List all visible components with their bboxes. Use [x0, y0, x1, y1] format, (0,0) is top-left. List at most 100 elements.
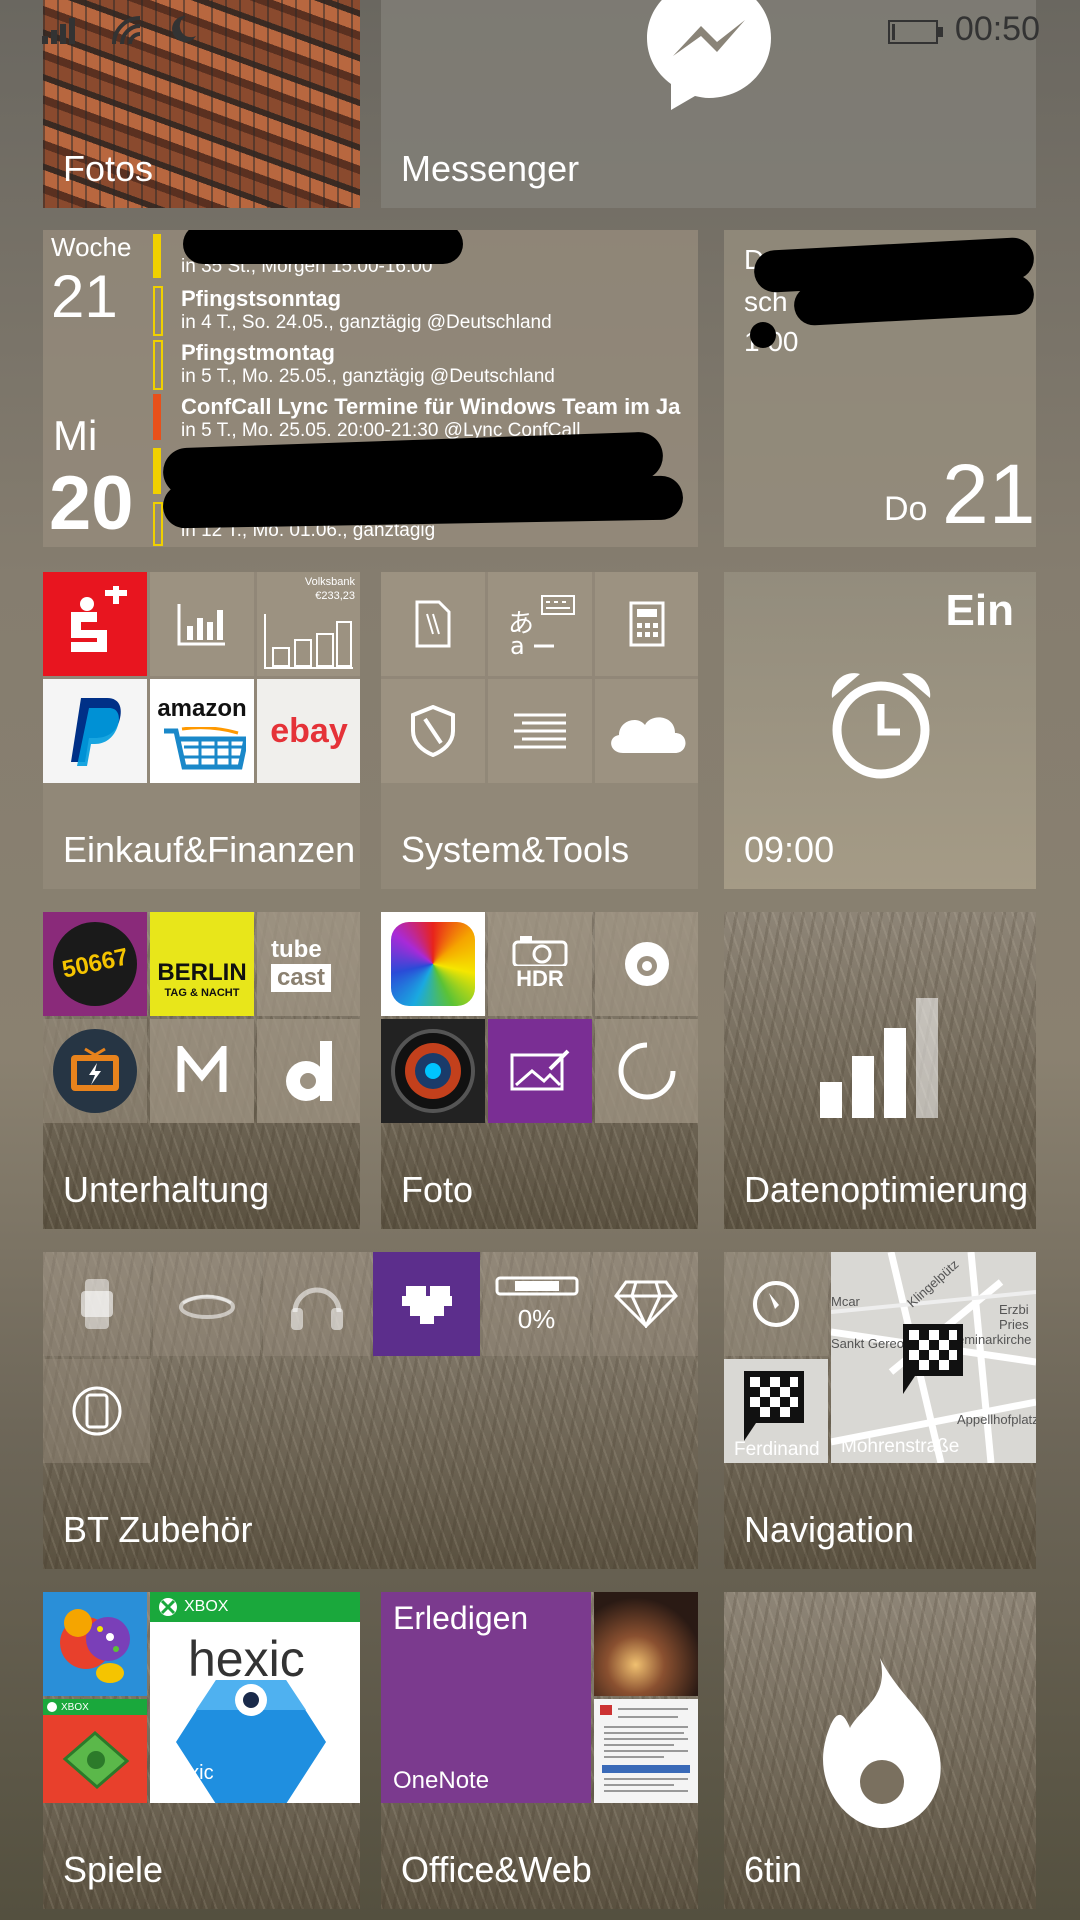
translator-tile[interactable]: あa [488, 572, 592, 676]
amazon-tile[interactable]: amazon [150, 679, 254, 783]
headphones-tile[interactable] [263, 1252, 370, 1356]
speaker-icon [178, 1294, 235, 1319]
6tin-label: 6tin [744, 1849, 803, 1890]
banknote-icon [62, 1731, 130, 1789]
koeln-50667-tile[interactable]: 50667 [43, 912, 147, 1016]
money-game-tile[interactable]: XBOX [43, 1699, 147, 1803]
photo-folder-tile[interactable]: HDR Foto [381, 912, 698, 1229]
camera-icon [512, 936, 568, 966]
tubecast-line1: tube [271, 936, 322, 963]
paypal-icon [71, 698, 121, 766]
berlin-logo: BERLIN [157, 959, 247, 986]
m-app-tile[interactable] [150, 1019, 254, 1123]
data-sense-label: Datenoptimierung [744, 1169, 1029, 1210]
color-app-tile[interactable] [381, 912, 485, 1016]
navigation-folder-tile[interactable]: Klingelpütz Erzbi Pries Mcar Sankt Gereo… [724, 1252, 1036, 1569]
hexic-tile[interactable]: XBOX hexic exic [150, 1592, 360, 1803]
camera360-tile[interactable] [381, 1019, 485, 1123]
redaction [183, 230, 463, 264]
games-folder-tile[interactable]: XBOX hexic exic XBOX Spiele [43, 1592, 360, 1909]
image-edit-icon [510, 1049, 570, 1091]
data-bars-icon [820, 998, 938, 1118]
ebay-tile[interactable]: ebay [257, 679, 360, 783]
bar-chart-icon [264, 614, 353, 669]
bar-chart-icon [177, 604, 225, 646]
shopping-folder-label: Einkauf&Finanzen [63, 829, 356, 870]
band-tile[interactable]: 0% [483, 1252, 590, 1356]
games-folder-label: Spiele [63, 1849, 164, 1890]
poi-appellhofplatz: Appellhofplatz [957, 1412, 1036, 1427]
office-folder-tile[interactable]: Erledigen OneNote Office&Web [381, 1592, 698, 1909]
file-tile[interactable] [381, 572, 485, 676]
poi-seminarkirche: eminarkirche [957, 1332, 1032, 1347]
browser-tile[interactable] [594, 1699, 698, 1803]
translate-icon: あa [508, 595, 575, 656]
d-logo-icon [286, 1041, 332, 1101]
wifi-icon [112, 16, 141, 45]
sparkasse-tile[interactable] [43, 572, 147, 676]
health-tile[interactable] [373, 1252, 480, 1356]
tubecast-tile[interactable]: tube cast [257, 912, 360, 1016]
volksbank-tile[interactable]: Volksbank €233,23 [257, 572, 360, 676]
entertainment-folder-tile[interactable]: 50667 BERLIN TAG & NACHT tube cast Unter… [43, 912, 360, 1229]
list-tile[interactable] [488, 679, 592, 783]
device-tile[interactable] [43, 1359, 150, 1463]
checkered-flag-icon [903, 1324, 963, 1394]
street-ferdinand: Ferdinand [734, 1439, 820, 1460]
selfie-tile[interactable] [595, 912, 698, 1016]
list-icon [514, 713, 566, 749]
xbox-icon [47, 1702, 57, 1712]
watch-tile[interactable] [43, 1252, 150, 1356]
news-photo-tile[interactable] [594, 1592, 698, 1696]
bt-folder-label: BT Zubehör [63, 1509, 253, 1550]
day-number: 20 [49, 461, 134, 546]
shopping-folder-tile[interactable]: Volksbank €233,23 amazon ebay Einkauf&Fi… [43, 572, 360, 889]
photo-folder-label: Foto [401, 1169, 474, 1210]
event-bar [153, 340, 163, 390]
ebay-logo: ebay [270, 711, 348, 750]
compass-tile[interactable] [724, 1252, 828, 1356]
navigation-folder-label: Navigation [744, 1509, 915, 1550]
data-sense-tile[interactable]: Datenoptimierung [724, 912, 1036, 1229]
banking-chart-tile[interactable] [150, 572, 254, 676]
alarm-tile[interactable]: Ein 09:00 [724, 572, 1036, 889]
photo-editor-tile[interactable] [488, 1019, 592, 1123]
hdr-tile[interactable]: HDR [488, 912, 592, 1016]
onenote-tile[interactable]: Erledigen OneNote [381, 1592, 591, 1803]
loading-tile[interactable] [595, 1019, 698, 1123]
device-icon [72, 1386, 121, 1436]
gem-tile[interactable] [593, 1252, 698, 1356]
berlin-logo-sub: TAG & NACHT [164, 987, 240, 999]
status-bar: 00:50 [0, 0, 1080, 58]
reminder-tile[interactable]: D sch 1 00 Do 21 [724, 230, 1036, 547]
calculator-tile[interactable] [595, 572, 698, 676]
battery-icon [888, 20, 943, 44]
calendar-tile[interactable]: Woche 21 Mi 20 in 35 St., Morgen 15:00-1… [43, 230, 698, 547]
map-left-tile[interactable]: Ferdinand [724, 1359, 828, 1463]
tinder-flame-icon [823, 1658, 941, 1828]
messenger-label: Messenger [401, 148, 580, 189]
redaction [750, 322, 776, 348]
xbox-icon [159, 1598, 177, 1616]
xbox-strip: XBOX [43, 1699, 147, 1715]
street-mohrenstrasse: Mohrenstraße [841, 1436, 960, 1457]
lens-icon [625, 942, 669, 986]
onedrive-tile[interactable] [595, 679, 698, 783]
redaction [162, 475, 684, 529]
candy-crush-tile[interactable] [43, 1592, 147, 1696]
week-number: 21 [51, 263, 118, 330]
speaker-tile[interactable] [153, 1252, 260, 1356]
berlin-tag-nacht-tile[interactable]: BERLIN TAG & NACHT [150, 912, 254, 1016]
system-folder-tile[interactable]: あa System&Tools [381, 572, 698, 889]
bt-folder-tile[interactable]: 0% BT Zubehör [43, 1252, 698, 1569]
map-tile[interactable]: Klingelpütz Erzbi Pries Mcar Sankt Gereo… [831, 1252, 1036, 1463]
paypal-tile[interactable] [43, 679, 147, 783]
koeln-50667-logo: 50667 [53, 922, 137, 1006]
sparkasse-icon [71, 586, 127, 652]
dailymotion-tile[interactable] [257, 1019, 360, 1123]
6tin-tile[interactable]: 6tin [724, 1592, 1036, 1909]
photos-label: Fotos [63, 148, 154, 189]
security-tile[interactable] [381, 679, 485, 783]
tv-app-tile[interactable] [43, 1019, 147, 1123]
volksbank-name: Volksbank [304, 576, 355, 588]
